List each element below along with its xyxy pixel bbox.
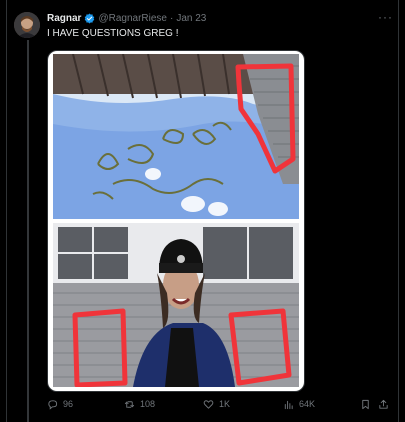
views-count: 64K — [299, 399, 316, 409]
retweet-button[interactable]: 108 — [124, 399, 155, 410]
media-container[interactable] — [47, 50, 305, 392]
bookmark-icon — [362, 399, 369, 410]
share-icon — [379, 399, 388, 409]
like-icon — [203, 400, 214, 409]
views-icon — [284, 400, 293, 410]
thread-line — [27, 40, 29, 422]
timeline-border-left — [6, 0, 7, 422]
tweet-text: I HAVE QUESTIONS GREG ! — [47, 28, 179, 39]
views-button[interactable]: 64K — [283, 399, 315, 410]
author-handle[interactable]: @RagnarRiese — [98, 13, 167, 24]
avatar[interactable] — [14, 12, 40, 38]
bookmark-button[interactable] — [360, 399, 376, 410]
like-count: 1K — [219, 399, 231, 409]
retweet-icon — [124, 401, 135, 408]
like-button[interactable]: 1K — [203, 399, 230, 410]
timestamp[interactable]: Jan 23 — [176, 13, 206, 24]
reply-icon — [48, 400, 58, 410]
photo-snow-writing[interactable] — [53, 54, 299, 219]
action-bar: 96 108 1K 64K — [47, 399, 392, 415]
tweet-header: Ragnar @RagnarRiese · Jan 23 — [47, 13, 206, 24]
separator-dot: · — [169, 13, 174, 24]
reply-button[interactable]: 96 — [47, 399, 73, 410]
verified-badge-icon — [84, 13, 95, 24]
share-button[interactable] — [378, 399, 394, 410]
retweet-count: 108 — [140, 399, 156, 409]
timeline-border-right — [398, 0, 399, 422]
reply-count: 96 — [63, 399, 74, 409]
more-icon[interactable]: ··· — [378, 10, 393, 24]
photo-person[interactable] — [53, 223, 299, 387]
author-name[interactable]: Ragnar — [47, 13, 81, 24]
